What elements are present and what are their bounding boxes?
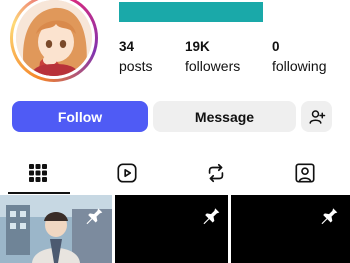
- profile-tabs: [0, 154, 350, 194]
- tagged-person-icon: [295, 163, 315, 183]
- follow-button[interactable]: Follow: [12, 101, 148, 132]
- grid-icon: [29, 164, 47, 182]
- post-thumbnail[interactable]: [231, 195, 350, 263]
- active-tab-indicator: [8, 192, 70, 194]
- pin-icon: [321, 206, 338, 225]
- pin-icon: [203, 206, 220, 225]
- following-label: following: [272, 58, 327, 74]
- profile-avatar[interactable]: [10, 0, 98, 82]
- tab-reels[interactable]: [98, 154, 156, 192]
- posts-label: posts: [119, 58, 153, 74]
- post-thumbnail[interactable]: [0, 195, 112, 263]
- stat-posts[interactable]: 34 posts: [119, 39, 152, 75]
- add-user-button[interactable]: [301, 101, 332, 132]
- reels-play-icon: [117, 163, 137, 183]
- followers-count: 19K: [185, 39, 210, 54]
- username-redacted: [119, 2, 263, 22]
- repost-icon: [208, 163, 224, 183]
- tab-reposts[interactable]: [187, 154, 245, 192]
- pin-icon: [86, 206, 103, 225]
- post-thumbnail[interactable]: [115, 195, 228, 263]
- post-grid: [0, 195, 350, 263]
- tab-tagged[interactable]: [276, 154, 334, 192]
- followers-label: followers: [185, 58, 241, 74]
- posts-count: 34: [119, 39, 135, 54]
- message-button[interactable]: Message: [153, 101, 296, 132]
- stat-followers[interactable]: 19K followers: [185, 39, 240, 75]
- stat-following[interactable]: 0 following: [272, 39, 326, 75]
- person-add-icon: [309, 109, 325, 124]
- following-count: 0: [272, 39, 280, 54]
- tab-posts-grid[interactable]: [9, 154, 67, 192]
- avatar-image: [16, 0, 92, 76]
